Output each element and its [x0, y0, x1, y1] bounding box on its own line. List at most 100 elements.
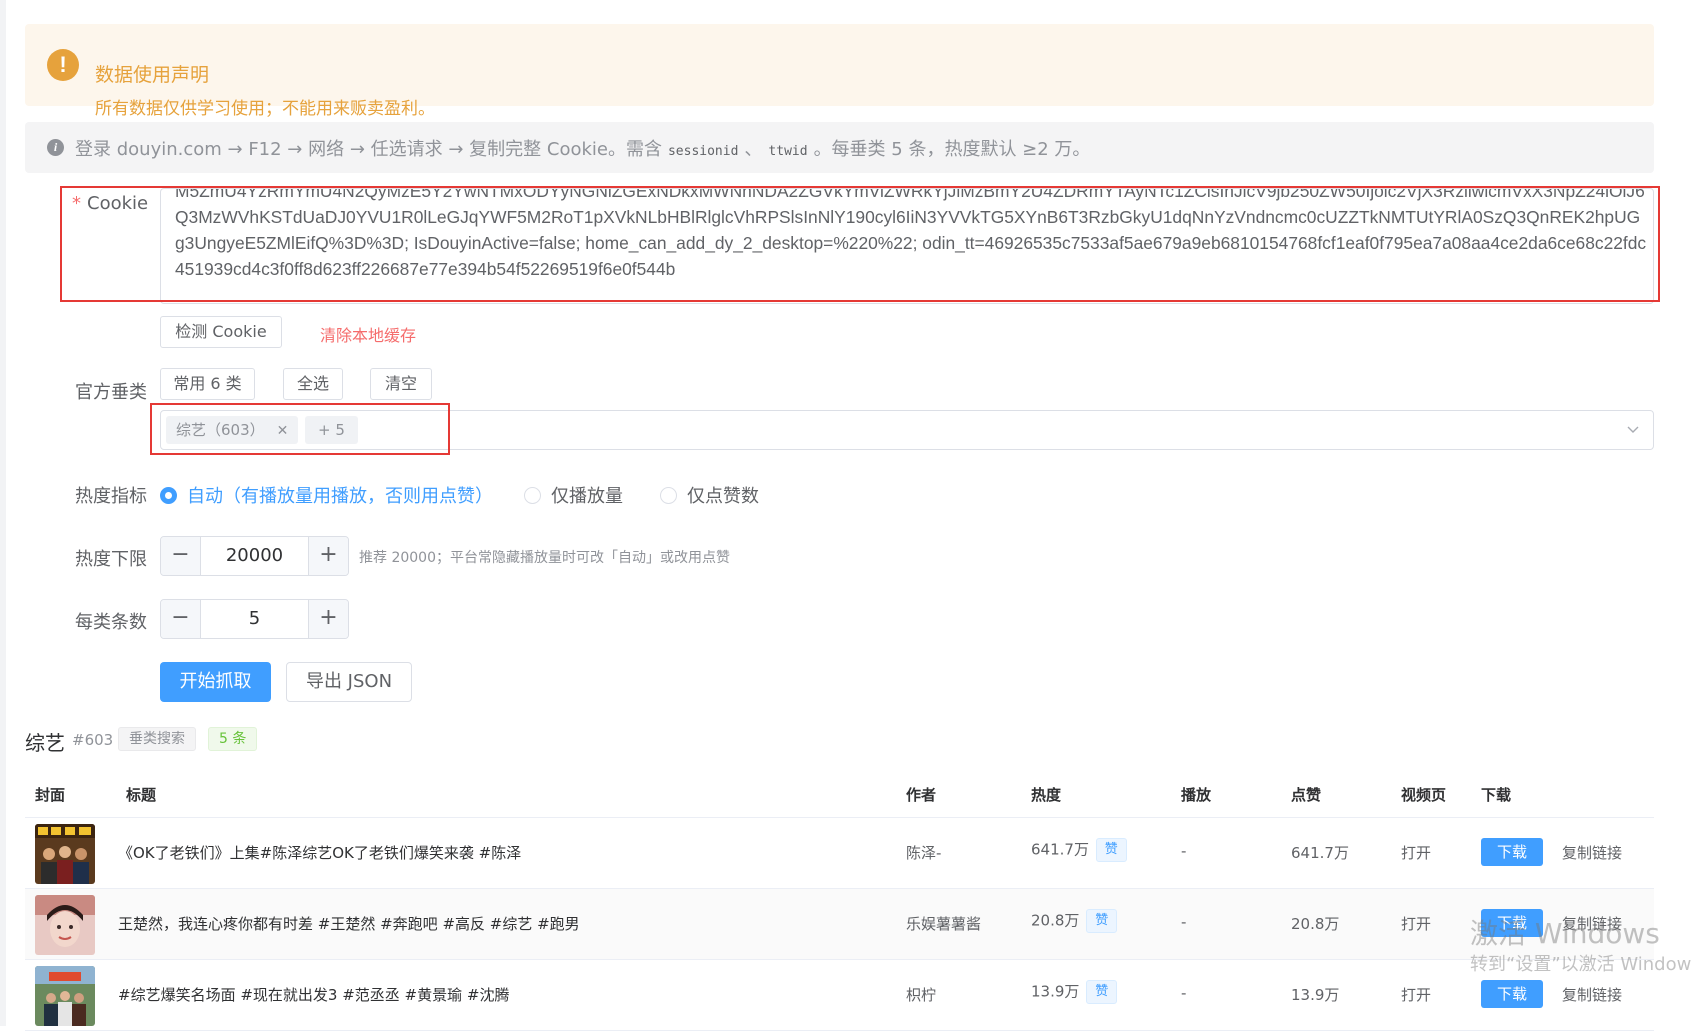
radio-unchecked-icon — [660, 486, 677, 504]
clear-button[interactable]: 清空 — [370, 368, 432, 400]
th-play: 播放 — [1181, 786, 1212, 804]
left-scroll-strip — [0, 0, 6, 1026]
row-title: #综艺爆笑名场面 #现在就出发3 #范丞丞 #黄景瑜 #沈腾 — [118, 986, 510, 1004]
row-heat-value: 20.8万 — [1031, 911, 1080, 930]
cover-thumbnail[interactable] — [35, 966, 95, 1026]
table-row: 《OK了老铁们》上集#陈泽综艺OK了老铁们爆笑来袭 #陈泽 陈泽- 641.7万… — [25, 818, 1654, 889]
likes-badge: 赞 — [1086, 909, 1118, 933]
download-button[interactable]: 下载 — [1481, 838, 1543, 866]
download-button[interactable]: 下载 — [1481, 980, 1543, 1008]
category-search-tag: 垂类搜索 — [118, 727, 196, 751]
select-all-button[interactable]: 全选 — [283, 368, 343, 400]
row-likes: 641.7万 — [1291, 844, 1349, 862]
tag-close-icon[interactable]: ✕ — [277, 423, 289, 439]
radio-likes-only[interactable]: 仅点赞数 — [660, 482, 759, 507]
row-open-link[interactable]: 打开 — [1401, 913, 1431, 934]
data-usage-alert: ! 数据使用声明 所有数据仅供学习使用；不能用来贩卖盈利。 — [25, 24, 1654, 119]
clear-cache-button[interactable]: 清除本地缓存 — [320, 322, 416, 346]
row-author: 枳柠 — [906, 986, 937, 1004]
radio-play-label: 仅播放量 — [551, 486, 623, 507]
per-category-stepper[interactable]: − 5 + — [160, 599, 349, 639]
instructions-prefix: 登录 douyin.com → F12 → 网络 → 任选请求 → 复制完整 C… — [75, 139, 662, 160]
metric-label: 热度指标 — [75, 486, 147, 507]
th-heat: 热度 — [1031, 786, 1062, 804]
section-title: 综艺 — [25, 731, 65, 755]
row-heat-value: 641.7万 — [1031, 840, 1089, 859]
category-multiselect[interactable]: 综艺（603） ✕ + 5 — [160, 410, 1654, 450]
table-row: #综艺爆笑名场面 #现在就出发3 #范丞丞 #黄景瑜 #沈腾 枳柠 13.9万 … — [25, 960, 1654, 1031]
row-likes: 13.9万 — [1291, 986, 1340, 1004]
radio-play-only[interactable]: 仅播放量 — [524, 482, 623, 507]
row-open-link[interactable]: 打开 — [1401, 984, 1431, 1005]
th-title: 标题 — [126, 786, 157, 804]
min-heat-label: 热度下限 — [75, 549, 147, 570]
radio-unchecked-icon — [524, 486, 541, 504]
row-open-link[interactable]: 打开 — [1401, 842, 1431, 863]
alert-title: 数据使用声明 — [95, 64, 210, 86]
check-cookie-button[interactable]: 检测 Cookie — [160, 316, 282, 348]
table-header: 封面 标题 作者 热度 播放 点赞 视频页 下载 — [25, 770, 1654, 818]
cookie-instructions-alert: i 登录 douyin.com → F12 → 网络 → 任选请求 → 复制完整… — [25, 122, 1654, 173]
cookie-value: M5ZmU4YzRmYmU4N2QyMzE5Y2YwNTMxODYyNGNlZG… — [175, 188, 1647, 279]
info-icon: i — [47, 139, 64, 156]
th-author: 作者 — [906, 786, 937, 804]
th-cover: 封面 — [35, 786, 66, 804]
common-six-button[interactable]: 常用 6 类 — [160, 368, 255, 400]
row-play: - — [1181, 913, 1187, 931]
min-heat-stepper[interactable]: − 20000 + — [160, 536, 349, 576]
per-category-value[interactable]: 5 — [201, 600, 308, 638]
row-author: 陈泽- — [906, 844, 942, 862]
table-row: 王楚然，我连心疼你都有时差 #王楚然 #奔跑吧 #高反 #综艺 #跑男 乐娱薯薯… — [25, 889, 1654, 960]
export-json-button[interactable]: 导出 JSON — [286, 662, 412, 702]
th-video-page: 视频页 — [1401, 786, 1447, 804]
cover-thumbnail[interactable] — [35, 824, 95, 884]
min-heat-value[interactable]: 20000 — [201, 537, 308, 575]
chevron-down-icon[interactable] — [1627, 423, 1639, 435]
copy-link-button[interactable]: 复制链接 — [1562, 842, 1622, 863]
radio-likes-label: 仅点赞数 — [687, 486, 759, 507]
instructions-sep: 、 — [744, 139, 763, 160]
page: ! 数据使用声明 所有数据仅供学习使用；不能用来贩卖盈利。 i 登录 douyi… — [0, 0, 1691, 1031]
cookie-label: * Cookie — [72, 193, 148, 214]
copy-link-button[interactable]: 复制链接 — [1562, 984, 1622, 1005]
windows-watermark-subtitle: 转到“设置”以激活 Windows。 — [1470, 954, 1691, 975]
min-heat-decrease-button[interactable]: − — [161, 537, 201, 575]
count-tag: 5 条 — [208, 727, 258, 751]
start-fetch-button[interactable]: 开始抓取 — [160, 662, 271, 702]
windows-watermark-title: 激活 Windows — [1470, 917, 1660, 950]
per-category-increase-button[interactable]: + — [308, 600, 348, 638]
row-heat-value: 13.9万 — [1031, 982, 1080, 1001]
row-heat: 20.8万 赞 — [1031, 909, 1118, 933]
cookie-label-text: Cookie — [87, 193, 149, 214]
instructions-suffix: 。每垂类 5 条，热度默认 ≥2 万。 — [813, 139, 1091, 160]
more-tags-chip: + 5 — [305, 416, 358, 444]
cover-thumbnail[interactable] — [35, 895, 95, 955]
th-download: 下载 — [1481, 786, 1512, 804]
category-label: 官方垂类 — [75, 382, 147, 403]
row-title: 王楚然，我连心疼你都有时差 #王楚然 #奔跑吧 #高反 #综艺 #跑男 — [118, 915, 580, 933]
min-heat-hint: 推荐 20000；平台常隐藏播放量时可改「自动」或改用点赞 — [359, 550, 730, 566]
required-mark: * — [72, 193, 81, 214]
th-likes: 点赞 — [1291, 786, 1322, 804]
row-heat: 641.7万 赞 — [1031, 838, 1127, 862]
radio-checked-icon — [160, 486, 177, 504]
row-title: 《OK了老铁们》上集#陈泽综艺OK了老铁们爆笑来袭 #陈泽 — [118, 844, 522, 862]
selected-tag-variety: 综艺（603） ✕ — [166, 416, 299, 444]
code-sessionid: sessionid — [667, 144, 739, 159]
selected-tag-text: 综艺（603） — [176, 421, 265, 439]
row-author: 乐娱薯薯酱 — [906, 915, 982, 933]
radio-auto-label: 自动（有播放量用播放，否则用点赞） — [187, 486, 493, 507]
radio-auto[interactable]: 自动（有播放量用播放，否则用点赞） — [160, 482, 493, 507]
warning-icon: ! — [47, 49, 79, 81]
alert-description: 所有数据仅供学习使用；不能用来贩卖盈利。 — [95, 99, 435, 119]
min-heat-increase-button[interactable]: + — [308, 537, 348, 575]
row-play: - — [1181, 984, 1187, 1002]
per-category-decrease-button[interactable]: − — [161, 600, 201, 638]
cookie-textarea[interactable]: M5ZmU4YzRmYmU4N2QyMzE5Y2YwNTMxODYyNGNlZG… — [160, 188, 1654, 304]
row-play: - — [1181, 842, 1187, 860]
row-heat: 13.9万 赞 — [1031, 980, 1118, 1004]
section-id: #603 — [72, 731, 114, 749]
row-likes: 20.8万 — [1291, 915, 1340, 933]
likes-badge: 赞 — [1086, 980, 1118, 1004]
code-ttwid: ttwid — [768, 144, 808, 159]
